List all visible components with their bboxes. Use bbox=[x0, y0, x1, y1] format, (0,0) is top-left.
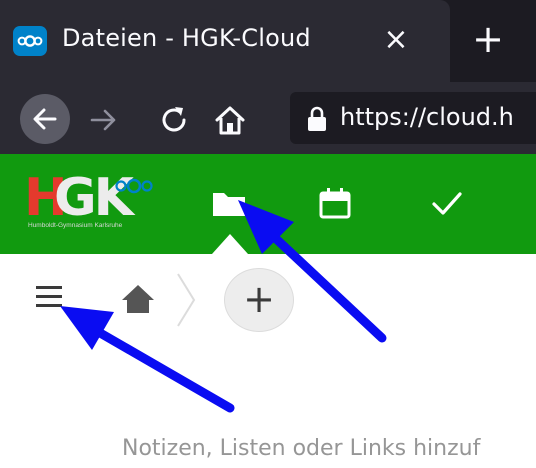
app-header: H GK Humboldt-Gymnasium Karlsruhe bbox=[0, 154, 536, 254]
breadcrumb-separator bbox=[177, 273, 196, 327]
back-button[interactable] bbox=[20, 94, 70, 144]
nextcloud-logo-icon bbox=[13, 26, 47, 56]
browser-tabstrip: Dateien - HGK-Cloud × + bbox=[0, 0, 536, 82]
url-text: https://cloud.h bbox=[340, 103, 514, 131]
hamburger-menu-icon[interactable] bbox=[34, 282, 64, 312]
tab-title: Dateien - HGK-Cloud bbox=[62, 24, 311, 52]
checkmark-icon[interactable] bbox=[428, 184, 466, 222]
breadcrumb-home-icon[interactable] bbox=[120, 282, 156, 316]
home-icon[interactable] bbox=[212, 102, 248, 138]
new-tab-button[interactable]: + bbox=[464, 14, 512, 66]
nextcloud-logo-icon bbox=[115, 178, 153, 194]
arrow-to-menu-icon bbox=[60, 306, 235, 413]
back-arrow-icon bbox=[33, 108, 57, 130]
notes-hint-text: Notizen, Listen oder Links hinzuf bbox=[122, 436, 481, 461]
calendar-icon[interactable] bbox=[316, 184, 354, 222]
browser-tab[interactable]: Dateien - HGK-Cloud × bbox=[0, 0, 450, 82]
add-new-button[interactable]: + bbox=[224, 268, 294, 332]
url-bar[interactable]: https://cloud.h bbox=[290, 92, 536, 144]
active-nav-indicator bbox=[212, 234, 248, 254]
browser-navbar: https://cloud.h bbox=[0, 82, 536, 154]
folder-icon[interactable] bbox=[210, 184, 248, 222]
reload-icon[interactable] bbox=[156, 102, 192, 138]
forward-arrow-icon[interactable] bbox=[86, 102, 122, 138]
hgk-logo[interactable]: H GK Humboldt-Gymnasium Karlsruhe bbox=[24, 172, 156, 234]
logo-subtitle: Humboldt-Gymnasium Karlsruhe bbox=[28, 222, 123, 229]
tab-close-button[interactable]: × bbox=[378, 20, 414, 60]
lock-icon bbox=[308, 106, 326, 131]
